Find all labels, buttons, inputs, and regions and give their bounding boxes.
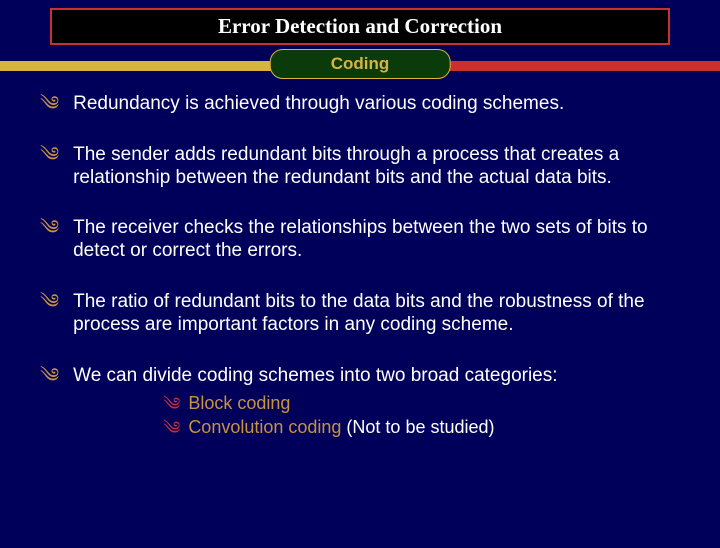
content-area: ༄ Redundancy is achieved through various… xyxy=(0,81,720,441)
page-title: Error Detection and Correction xyxy=(218,14,502,38)
sub-item-label: Convolution coding xyxy=(188,417,346,437)
flourish-icon: ༄ xyxy=(40,217,59,239)
sub-list-item: ༄ Block coding xyxy=(163,393,680,415)
list-item-text: The receiver checks the relationships be… xyxy=(73,217,680,263)
sub-item-aside: (Not to be studied) xyxy=(346,417,494,437)
flourish-icon: ༄ xyxy=(163,393,180,415)
sub-item-text: Block coding xyxy=(188,393,290,415)
list-item: ༄ The sender adds redundant bits through… xyxy=(40,144,680,190)
sub-list: ༄ Block coding ༄ Convolution coding (Not… xyxy=(163,393,680,439)
title-bar: Error Detection and Correction xyxy=(50,8,670,45)
list-item-text: The ratio of redundant bits to the data … xyxy=(73,291,680,337)
flourish-icon: ༄ xyxy=(40,365,59,387)
subtitle-pill: Coding xyxy=(270,49,451,79)
flourish-icon: ༄ xyxy=(40,291,59,313)
list-item: ༄ The ratio of redundant bits to the dat… xyxy=(40,291,680,337)
sub-item-text: Convolution coding (Not to be studied) xyxy=(188,417,494,439)
flourish-icon: ༄ xyxy=(40,93,59,115)
sub-item-label: Block coding xyxy=(188,393,290,413)
list-item: ༄ We can divide coding schemes into two … xyxy=(40,365,680,442)
subtitle-text: Coding xyxy=(331,54,390,73)
bullet-list: ༄ Redundancy is achieved through various… xyxy=(40,93,680,441)
list-item: ༄ The receiver checks the relationships … xyxy=(40,217,680,263)
flourish-icon: ༄ xyxy=(40,144,59,166)
list-item-text: Redundancy is achieved through various c… xyxy=(73,93,564,116)
sub-list-item: ༄ Convolution coding (Not to be studied) xyxy=(163,417,680,439)
list-item: ༄ Redundancy is achieved through various… xyxy=(40,93,680,116)
list-item-text: The sender adds redundant bits through a… xyxy=(73,144,680,190)
list-item-text: We can divide coding schemes into two br… xyxy=(73,365,557,386)
flourish-icon: ༄ xyxy=(163,417,180,439)
ribbon-row: Coding xyxy=(0,45,720,81)
